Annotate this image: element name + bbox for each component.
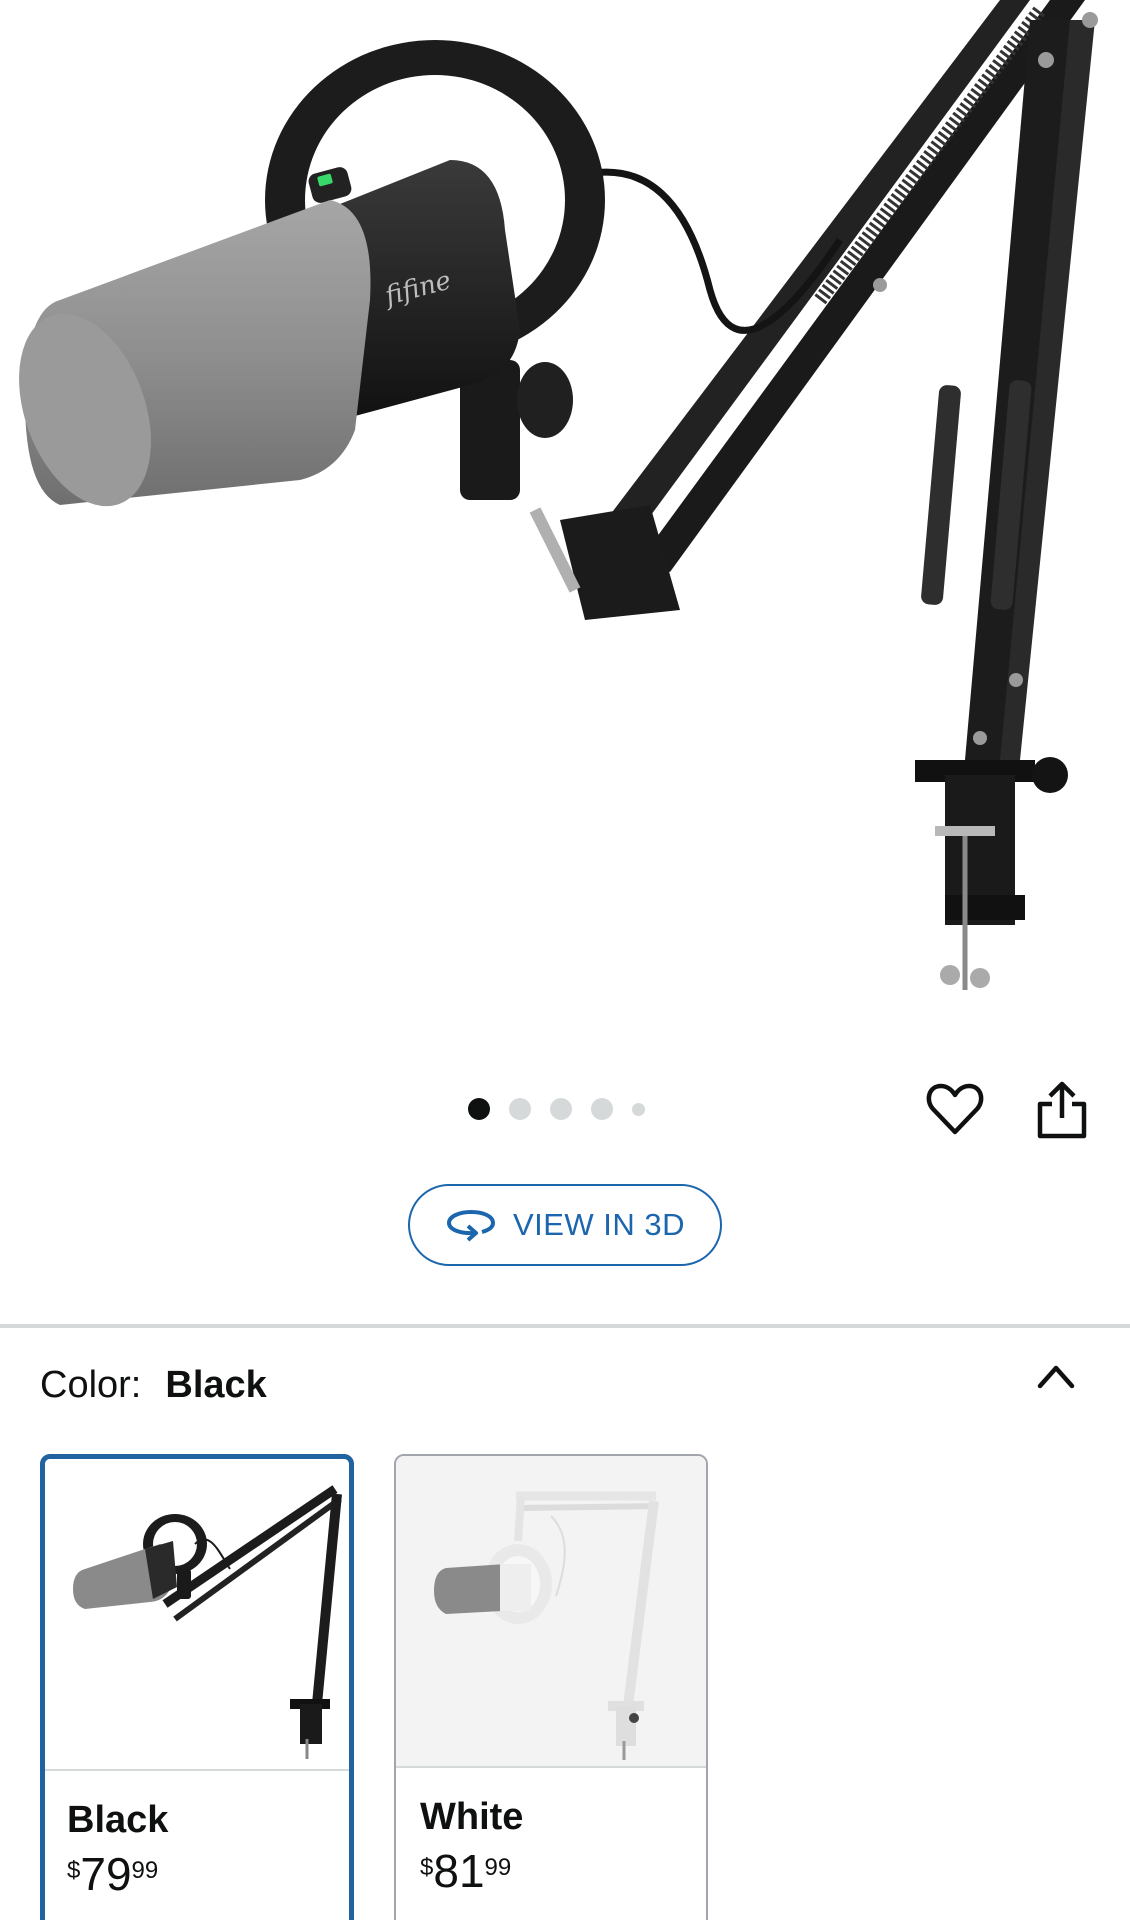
view-in-3d-label: VIEW IN 3D bbox=[512, 1207, 686, 1242]
chevron-up-icon bbox=[1037, 1365, 1075, 1389]
carousel-dot-5[interactable] bbox=[632, 1102, 645, 1116]
color-option-white[interactable]: White $ 81 99 bbox=[394, 1454, 708, 1920]
view-in-3d-button[interactable]: VIEW IN 3D bbox=[408, 1184, 722, 1266]
white-variant-thumbnail bbox=[396, 1456, 706, 1768]
section-divider bbox=[0, 1324, 1130, 1328]
product-image[interactable]: fifine bbox=[0, 0, 1130, 1040]
rotate-3d-icon bbox=[446, 1209, 495, 1242]
carousel-dot-1[interactable] bbox=[468, 1098, 490, 1120]
collapse-colors-button[interactable] bbox=[1034, 1358, 1078, 1394]
color-selection-header: Color: Black bbox=[40, 1364, 267, 1407]
variant-name: Black bbox=[67, 1799, 169, 1841]
share-icon bbox=[1037, 1081, 1087, 1139]
heart-icon bbox=[926, 1083, 984, 1135]
carousel-dot-2[interactable] bbox=[509, 1098, 531, 1120]
variant-name: White bbox=[420, 1796, 524, 1838]
favorite-button[interactable] bbox=[926, 1080, 984, 1138]
color-option-black[interactable]: Black $ 79 99 bbox=[40, 1454, 354, 1920]
variant-price: $ 79 99 bbox=[67, 1848, 159, 1900]
carousel-dot-4[interactable] bbox=[591, 1098, 613, 1120]
black-variant-thumbnail bbox=[45, 1459, 349, 1771]
carousel-dot-3[interactable] bbox=[550, 1098, 572, 1120]
selected-color-value: Black bbox=[165, 1364, 267, 1406]
carousel-indicator[interactable] bbox=[468, 1098, 645, 1120]
share-button[interactable] bbox=[1034, 1080, 1090, 1140]
variant-price: $ 81 99 bbox=[420, 1845, 512, 1897]
color-label: Color: bbox=[40, 1364, 142, 1406]
